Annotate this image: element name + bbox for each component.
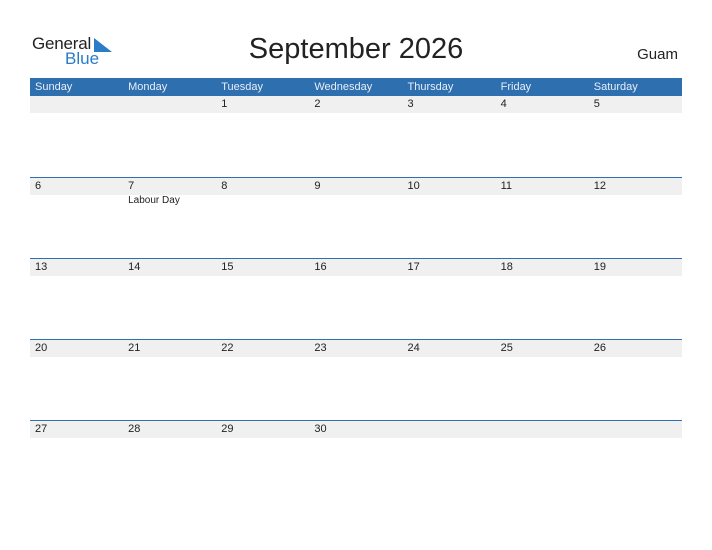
weekday-friday: Friday: [500, 81, 532, 93]
weekday-header: Sunday Monday Tuesday Wednesday Thursday…: [30, 78, 682, 96]
week-row: 27 28 29 30: [30, 420, 682, 501]
day-cell: [123, 96, 216, 113]
day-number: 19: [593, 261, 606, 273]
day-cell: 11: [496, 178, 589, 207]
day-number: 4: [500, 98, 507, 110]
day-cell: 30: [309, 421, 402, 438]
day-cell: 9: [309, 178, 402, 207]
day-cell: 6: [30, 178, 123, 207]
day-number: 29: [221, 423, 234, 435]
day-number: 21: [128, 342, 141, 354]
day-number: 18: [500, 261, 513, 273]
day-cell: [496, 421, 589, 438]
day-cell: 27: [30, 421, 123, 438]
day-number: 17: [407, 261, 420, 273]
day-number: 28: [128, 423, 141, 435]
day-cell: 22: [216, 340, 309, 357]
day-cell: 24: [403, 340, 496, 357]
day-cell: 29: [216, 421, 309, 438]
day-cell: 3: [403, 96, 496, 113]
day-number: 30: [314, 423, 327, 435]
day-cell: 25: [496, 340, 589, 357]
day-cell: [30, 96, 123, 113]
day-number: 22: [221, 342, 234, 354]
day-number: 7: [128, 180, 135, 192]
day-cell: 19: [589, 259, 682, 276]
day-number: 1: [221, 98, 228, 110]
week-cells: 13 14 15 16 17 18 19: [30, 259, 682, 276]
day-number: [35, 96, 123, 113]
region-label: Guam: [637, 46, 678, 63]
day-cell: 13: [30, 259, 123, 276]
weekday-sunday: Sunday: [35, 81, 73, 93]
week-row: 6 7 Labour Day 8 9 10 11 12: [30, 177, 682, 258]
day-cell: 8: [216, 178, 309, 207]
day-cell: 2: [309, 96, 402, 113]
day-number: 8: [221, 180, 228, 192]
weekday-saturday: Saturday: [593, 81, 638, 93]
day-cell: 1: [216, 96, 309, 113]
day-number: 16: [314, 261, 327, 273]
day-cell: 7 Labour Day: [123, 178, 216, 207]
day-number: 26: [593, 342, 606, 354]
weekday-thursday: Thursday: [407, 81, 454, 93]
day-number: [501, 421, 589, 438]
week-cells: 1 2 3 4 5: [30, 96, 682, 113]
day-cell: 23: [309, 340, 402, 357]
week-cells: 27 28 29 30: [30, 421, 682, 438]
day-cell: 12: [589, 178, 682, 207]
day-cell: 15: [216, 259, 309, 276]
week-cells: 20 21 22 23 24 25 26: [30, 340, 682, 357]
week-cells: 6 7 Labour Day 8 9 10 11 12: [30, 178, 682, 207]
day-cell: 4: [496, 96, 589, 113]
day-cell: 21: [123, 340, 216, 357]
day-number: [408, 421, 496, 438]
day-cell: 14: [123, 259, 216, 276]
day-cell: 17: [403, 259, 496, 276]
day-number: 20: [35, 342, 48, 354]
day-cell: [403, 421, 496, 438]
weekday-tuesday: Tuesday: [221, 81, 264, 93]
day-number: 15: [221, 261, 234, 273]
day-cell: 18: [496, 259, 589, 276]
weekday-wednesday: Wednesday: [314, 81, 373, 93]
day-number: 11: [500, 180, 513, 192]
day-number: 24: [407, 342, 420, 354]
day-cell: 16: [309, 259, 402, 276]
day-cell: 26: [589, 340, 682, 357]
day-number: [594, 421, 682, 438]
day-number: 14: [128, 261, 141, 273]
day-number: 3: [407, 98, 414, 110]
day-cell: 20: [30, 340, 123, 357]
day-number: 12: [593, 180, 606, 192]
day-cell: 10: [403, 178, 496, 207]
day-number: [128, 96, 216, 113]
day-number: 6: [35, 180, 42, 192]
day-cell: 5: [589, 96, 682, 113]
week-row: 1 2 3 4 5: [30, 96, 682, 177]
day-number: 23: [314, 342, 327, 354]
day-number: 9: [314, 180, 321, 192]
week-row: 13 14 15 16 17 18 19: [30, 258, 682, 339]
day-number: 10: [407, 180, 420, 192]
day-number: 5: [593, 98, 600, 110]
day-number: 13: [35, 261, 48, 273]
day-number: 2: [314, 98, 321, 110]
day-number: 27: [35, 423, 48, 435]
day-number: 25: [500, 342, 513, 354]
weekday-monday: Monday: [128, 81, 168, 93]
day-cell: [589, 421, 682, 438]
holiday-label: Labour Day: [128, 195, 180, 206]
page-title: September 2026: [248, 33, 464, 65]
day-cell: 28: [123, 421, 216, 438]
week-row: 20 21 22 23 24 25 26: [30, 339, 682, 420]
